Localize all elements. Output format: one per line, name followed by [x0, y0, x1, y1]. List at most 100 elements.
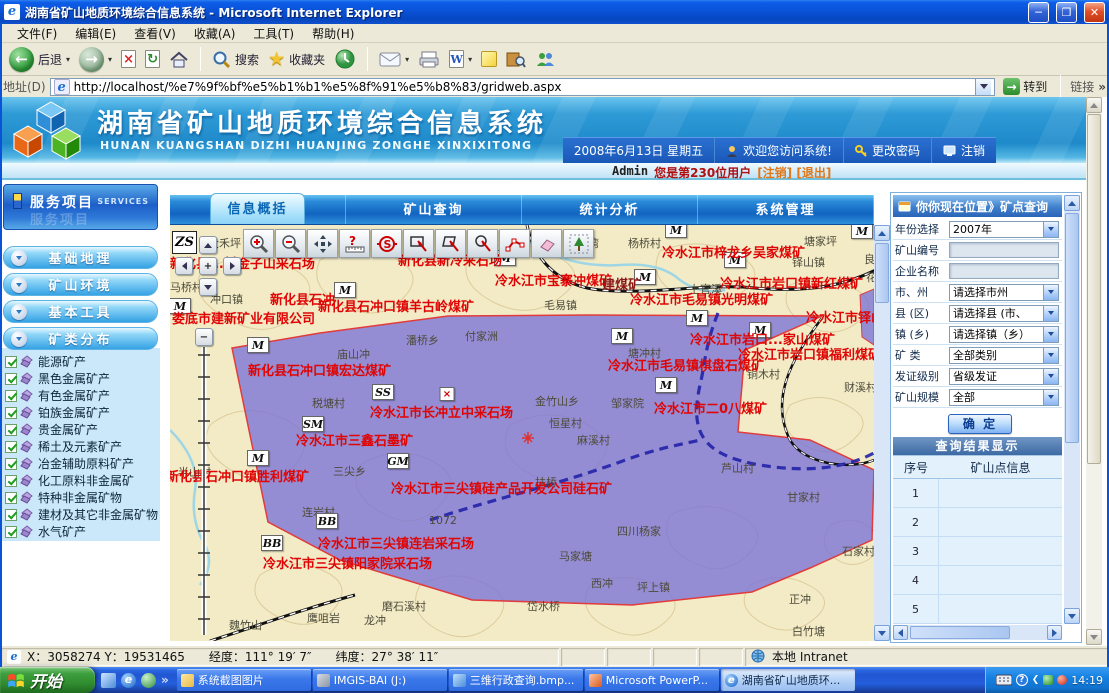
select-9[interactable]: 全部 [949, 389, 1059, 406]
legend-button[interactable] [563, 229, 594, 258]
change-password-link[interactable]: 更改密码 [843, 138, 931, 163]
go-button[interactable]: → 转到 [999, 78, 1051, 95]
menu-item-3[interactable]: 查看(V) [125, 24, 185, 43]
panel-vertical-scrollbar[interactable] [1064, 195, 1080, 624]
tab-2[interactable]: 矿山查询 [346, 195, 522, 224]
sidebar-section-3[interactable]: 基本工具 [3, 300, 158, 323]
map-marker-M[interactable]: M [247, 337, 269, 353]
zoom-in-button[interactable] [243, 229, 274, 258]
map-marker-M[interactable]: M [247, 450, 269, 466]
layer-item-5[interactable]: 贵金属矿产 [5, 421, 160, 438]
address-dropdown-icon[interactable] [975, 79, 991, 95]
quicklaunch-overflow-icon[interactable]: » [161, 673, 169, 687]
layer-item-1[interactable]: 能源矿产 [5, 353, 160, 370]
tab-4[interactable]: 系统管理 [698, 195, 874, 224]
search-button[interactable]: 搜索 [209, 49, 262, 70]
map-canvas[interactable]: ZS + − ?S 新化县...村金子山采石场新化县新冷采石场冷水江市梓龙乡吴家… [170, 225, 874, 641]
map-marker-SS[interactable]: SS [372, 384, 394, 400]
page-scroll-thumb[interactable] [1087, 114, 1101, 464]
stop-button[interactable]: × [118, 49, 139, 69]
messenger-button[interactable] [532, 49, 558, 69]
page-vertical-scrollbar[interactable] [1086, 97, 1102, 645]
input-3[interactable] [949, 263, 1059, 279]
layer-checkbox-checked[interactable] [5, 356, 17, 368]
menu-item-4[interactable]: 收藏(A) [185, 24, 245, 43]
zoom-slider[interactable] [190, 345, 220, 641]
mail-dropdown-icon[interactable]: ▾ [405, 55, 409, 64]
start-button[interactable]: 开始 [0, 667, 95, 693]
pan-right-button[interactable] [223, 257, 241, 275]
pan-up-button[interactable] [199, 236, 217, 254]
notes-button[interactable] [478, 50, 500, 68]
map-marker-M[interactable]: M [655, 377, 677, 393]
map-scroll-down-button[interactable] [874, 625, 890, 641]
research-button[interactable] [503, 49, 529, 69]
results-scroll-thumb[interactable] [910, 626, 1010, 639]
select-4[interactable]: 请选择市州 [949, 284, 1059, 301]
results-scroll-right-button[interactable] [1047, 625, 1062, 640]
sidebar-section-4[interactable]: 矿类分布 [3, 327, 158, 350]
show-desktop-icon[interactable] [101, 673, 116, 688]
tray-green-icon[interactable] [1043, 675, 1053, 685]
layer-item-9[interactable]: 特种非金属矿物 [5, 489, 160, 506]
pan-center-button[interactable]: + [199, 257, 217, 275]
layer-item-10[interactable]: 建材及其它非金属矿物 [5, 506, 160, 523]
edit-dropdown-icon[interactable]: ▾ [468, 55, 472, 64]
results-horizontal-scrollbar[interactable] [893, 625, 1062, 640]
map-marker-M[interactable]: M [611, 328, 633, 344]
tray-shield-icon[interactable] [1057, 675, 1067, 685]
layer-item-6[interactable]: 稀土及元素矿产 [5, 438, 160, 455]
layer-checkbox-checked[interactable] [5, 458, 17, 470]
panel-scroll-up-button[interactable] [1064, 195, 1080, 211]
page-scroll-up-button[interactable] [1086, 97, 1102, 113]
refresh-button[interactable]: ↻ [142, 49, 163, 69]
map-vertical-scrollbar[interactable] [874, 225, 890, 641]
layer-checkbox-checked[interactable] [5, 424, 17, 436]
select-5[interactable]: 请选择县 (市、 [949, 305, 1059, 322]
home-button[interactable] [166, 49, 192, 69]
pan-button[interactable] [307, 229, 338, 258]
map-marker-M[interactable]: M [665, 225, 687, 238]
layer-item-11[interactable]: 水气矿产 [5, 523, 160, 540]
tab-3[interactable]: 统计分析 [522, 195, 698, 224]
select-1[interactable]: 2007年 [949, 221, 1059, 238]
layer-checkbox-checked[interactable] [5, 526, 17, 538]
zoom-out-button[interactable] [275, 229, 306, 258]
map-scroll-thumb[interactable] [875, 243, 889, 303]
map-scroll-up-button[interactable] [874, 225, 890, 241]
results-scroll-left-button[interactable] [893, 625, 908, 640]
layer-checkbox-checked[interactable] [5, 441, 17, 453]
dropdown-arrow-icon[interactable] [1043, 285, 1058, 300]
select-polygon-button[interactable] [435, 229, 466, 258]
select-8[interactable]: 省级发证 [949, 368, 1059, 385]
distance-button[interactable] [499, 229, 530, 258]
minimize-button[interactable]: ─ [1028, 2, 1049, 23]
favorites-button[interactable]: ★ 收藏夹 [265, 47, 328, 71]
table-row-5[interactable]: 5 [893, 595, 1062, 624]
forward-dropdown-icon[interactable]: ▾ [108, 55, 112, 64]
layer-item-4[interactable]: 铂族金属矿产 [5, 404, 160, 421]
print-button[interactable] [415, 49, 443, 69]
layer-item-8[interactable]: 化工原料非金属矿 [5, 472, 160, 489]
taskbar-task-4[interactable]: Microsoft PowerP... [585, 669, 719, 691]
layer-checkbox-checked[interactable] [5, 509, 17, 521]
links-chevron-icon[interactable]: » [1098, 80, 1106, 94]
measure-button[interactable]: ? [339, 229, 370, 258]
links-label[interactable]: 链接 [1070, 78, 1094, 95]
layer-checkbox-checked[interactable] [5, 475, 17, 487]
back-dropdown-icon[interactable]: ▾ [66, 55, 70, 64]
dropdown-arrow-icon[interactable] [1043, 390, 1058, 405]
layer-checkbox-checked[interactable] [5, 492, 17, 504]
confirm-button[interactable]: 确 定 [948, 414, 1012, 434]
input-2[interactable] [949, 242, 1059, 258]
page-scroll-down-button[interactable] [1086, 629, 1102, 645]
layer-item-2[interactable]: 黑色金属矿产 [5, 370, 160, 387]
select-6[interactable]: 请选择镇（乡） [949, 326, 1059, 343]
taskbar-task-3[interactable]: 三维行政查询.bmp... [449, 669, 583, 691]
logout-exit-links[interactable]: [注销] [退出] [757, 164, 831, 181]
dropdown-arrow-icon[interactable] [1043, 327, 1058, 342]
layer-item-3[interactable]: 有色金属矿产 [5, 387, 160, 404]
panel-scroll-down-button[interactable] [1064, 608, 1080, 624]
table-row-3[interactable]: 3 [893, 537, 1062, 566]
taskbar-task-2[interactable]: IMGIS-BAI (J:) [313, 669, 447, 691]
